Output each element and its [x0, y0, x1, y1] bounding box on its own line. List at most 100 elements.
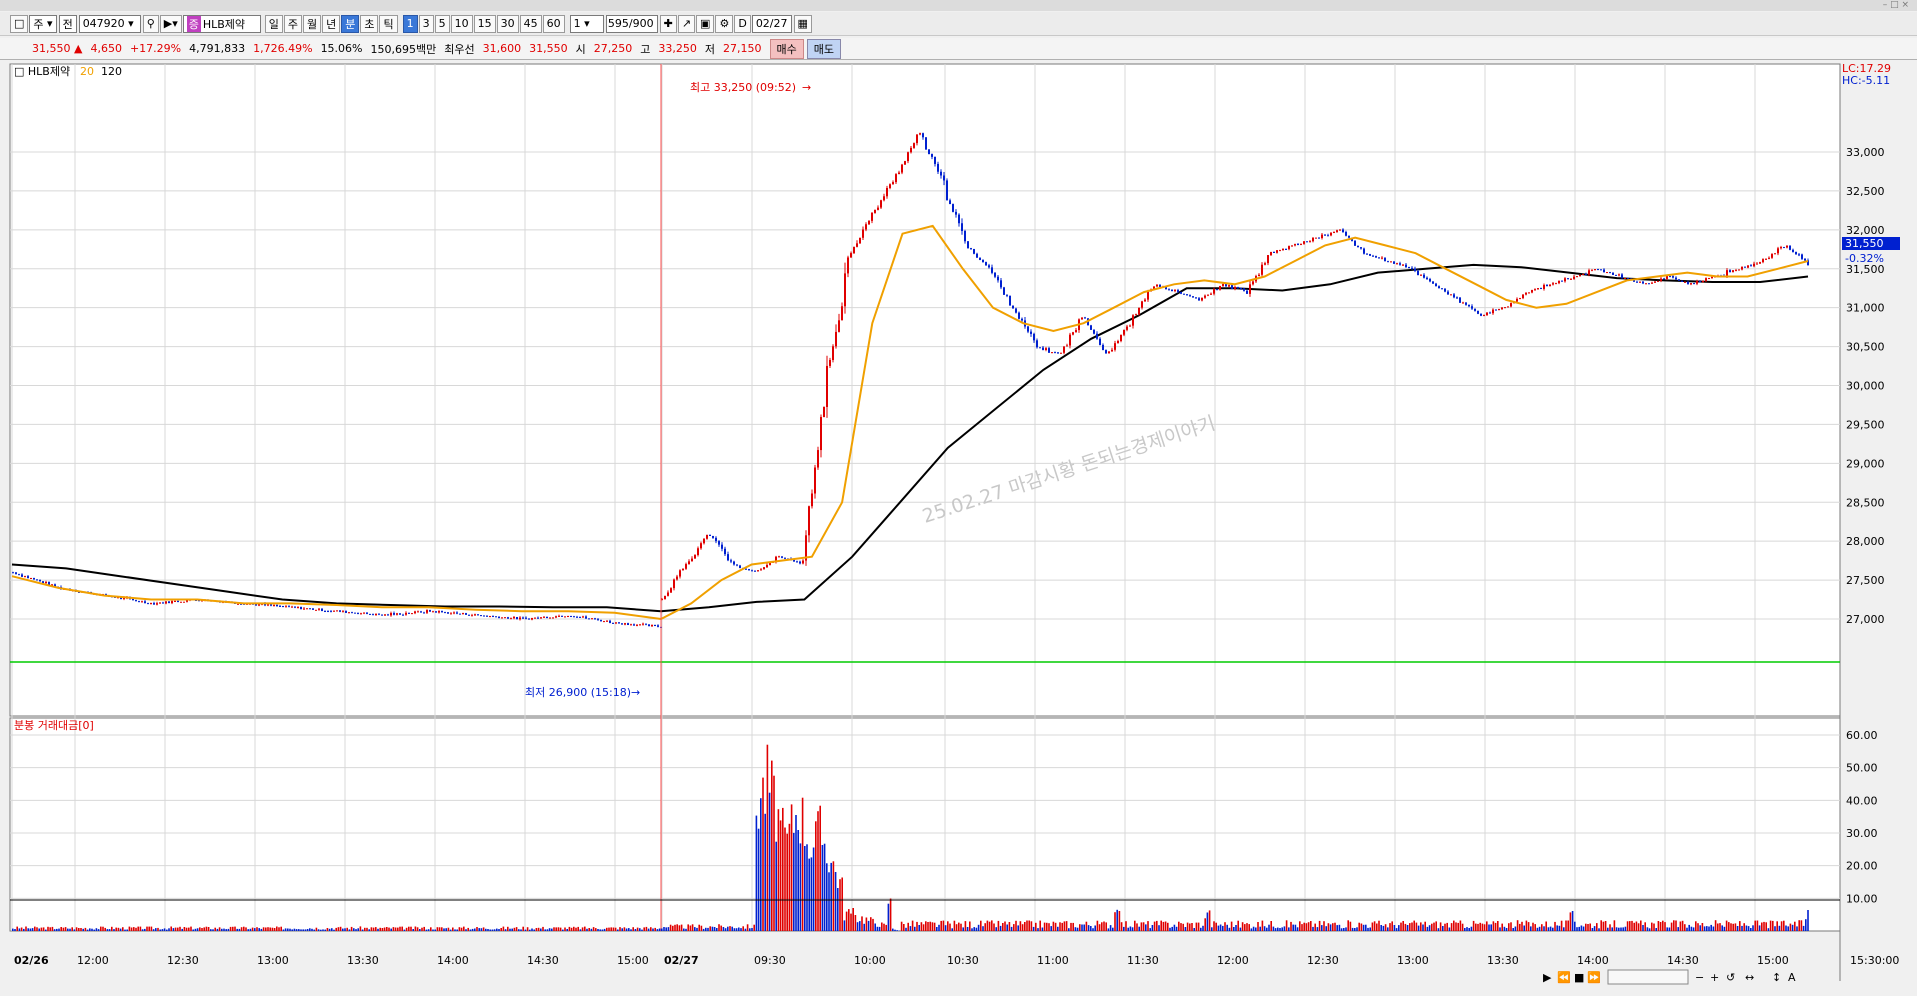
- stop-icon[interactable]: ■: [1574, 971, 1584, 984]
- volume-bar: [227, 928, 230, 931]
- volume-bar: [1684, 924, 1686, 931]
- calendar-icon[interactable]: ▦: [793, 14, 812, 33]
- period-tab-3[interactable]: 년: [322, 14, 341, 33]
- speaker-icon[interactable]: ▶▾: [159, 14, 182, 33]
- layout-icon[interactable]: □: [10, 14, 29, 33]
- candle-body: [36, 579, 38, 581]
- crosshair-icon[interactable]: ✚: [659, 14, 677, 33]
- candle-body: [826, 365, 828, 407]
- interval-tab-45[interactable]: 45: [519, 14, 542, 33]
- rewind-icon[interactable]: ⏪: [1557, 971, 1571, 984]
- date-input[interactable]: 02/27: [751, 14, 792, 33]
- volume-bar: [333, 929, 335, 931]
- volume-bar: [1279, 928, 1281, 931]
- candle-body: [1006, 294, 1008, 296]
- candle-body: [1738, 269, 1740, 271]
- period-tab-2[interactable]: 월: [302, 14, 322, 33]
- zoom-plus-icon[interactable]: +: [1710, 971, 1719, 984]
- buy-button[interactable]: 매수: [769, 38, 804, 59]
- interval-tab-1[interactable]: 1: [402, 14, 418, 33]
- volume-bar: [401, 926, 403, 931]
- volume-bar: [1600, 920, 1602, 931]
- zoom-reset-icon[interactable]: ↺: [1726, 971, 1735, 984]
- candle-body: [1081, 317, 1083, 320]
- candle-body: [1408, 267, 1410, 269]
- volume-bar: [214, 927, 216, 931]
- period-tab-6[interactable]: 틱: [379, 14, 398, 33]
- period-tab-1[interactable]: 주: [283, 14, 302, 33]
- candle-body: [1102, 344, 1104, 351]
- candle-body: [618, 622, 620, 624]
- candle-body: [1597, 269, 1599, 271]
- window-controls[interactable]: – □ ×: [1883, 0, 1909, 10]
- candle-body: [1747, 265, 1749, 268]
- interval-tab-3[interactable]: 3: [418, 14, 434, 33]
- volume-bar: [1664, 922, 1666, 931]
- volume-bar: [1327, 923, 1330, 931]
- zoom-minus-icon[interactable]: −: [1695, 971, 1704, 984]
- gear-icon[interactable]: ⚙: [715, 14, 734, 33]
- auto-scale-icon[interactable]: A: [1788, 971, 1796, 984]
- candle-body: [606, 620, 608, 622]
- interval-tab-15[interactable]: 15: [473, 14, 496, 33]
- candle-body: [1171, 289, 1173, 292]
- chart-area[interactable]: 25.02.27 마감시황 돈되는경제이야기 □ HLB제약 20 120 분봉…: [0, 61, 1917, 996]
- period-tab-4[interactable]: 분: [341, 14, 360, 33]
- volume-bar: [1655, 928, 1657, 931]
- price-tick-label: 30,000: [1846, 380, 1885, 393]
- range-field[interactable]: 595/900: [605, 14, 658, 33]
- fit-icon[interactable]: ↕: [1772, 971, 1781, 984]
- search-icon[interactable]: ⚲: [142, 14, 159, 33]
- volume-bar: [1107, 928, 1110, 931]
- period-tab-0[interactable]: 일: [264, 14, 283, 33]
- volume-bar: [1274, 928, 1277, 931]
- trend-icon[interactable]: ↗: [677, 14, 696, 33]
- volume-bar: [579, 929, 582, 931]
- open-price: 27,250: [593, 42, 633, 55]
- volume-bar: [1622, 927, 1624, 931]
- low-price: 27,150: [723, 42, 762, 55]
- price-tick-label: 30,500: [1846, 341, 1885, 354]
- price-tick-label: 32,500: [1846, 185, 1885, 198]
- candle-body: [435, 611, 437, 613]
- candle-body: [1555, 283, 1557, 285]
- candle-body: [1759, 262, 1761, 264]
- candle-body: [1183, 293, 1185, 295]
- stock-name-field[interactable]: 증 HLB제약: [182, 14, 261, 33]
- board-select[interactable]: 전: [58, 14, 77, 33]
- volume-bar: [834, 872, 837, 931]
- candle-body: [1540, 288, 1542, 290]
- scroll-left-end-icon[interactable]: ▶: [1543, 971, 1552, 984]
- candle-body: [1300, 243, 1302, 245]
- sell-button[interactable]: 매도: [806, 38, 841, 59]
- candle-body: [1624, 277, 1626, 279]
- volume-bar: [806, 844, 808, 931]
- volume-bar: [1398, 925, 1400, 931]
- zoom-slider[interactable]: [1607, 969, 1689, 985]
- market-select[interactable]: 주 ▾: [29, 14, 57, 33]
- volume-tick-label: 40.00: [1846, 794, 1878, 807]
- volume-bar: [161, 929, 164, 931]
- candle-body: [168, 601, 170, 604]
- save-icon[interactable]: ▣: [696, 14, 715, 33]
- volume-bar: [1686, 927, 1688, 931]
- candle-body: [153, 603, 155, 605]
- volume-bar: [31, 928, 34, 931]
- volume-bar: [1233, 927, 1235, 931]
- count-input[interactable]: 1 ▾: [569, 14, 604, 33]
- interval-tab-10[interactable]: 10: [450, 14, 473, 33]
- scale-icon[interactable]: ↔: [1745, 971, 1754, 984]
- interval-tab-5[interactable]: 5: [434, 14, 450, 33]
- volume-bar: [1173, 924, 1176, 931]
- period-tab-5[interactable]: 초: [360, 14, 379, 33]
- candle-body: [1228, 285, 1230, 287]
- volume-bar: [1758, 925, 1761, 931]
- date-toggle[interactable]: D: [734, 14, 751, 33]
- code-input[interactable]: 047920 ▾: [78, 14, 141, 33]
- forward-icon[interactable]: ⏩: [1587, 971, 1601, 984]
- time-tick-label: 13:30: [1487, 954, 1519, 967]
- interval-tab-30[interactable]: 30: [496, 14, 519, 33]
- volume-bar: [773, 775, 775, 931]
- interval-tab-60[interactable]: 60: [542, 14, 565, 33]
- volume-bar: [117, 927, 120, 931]
